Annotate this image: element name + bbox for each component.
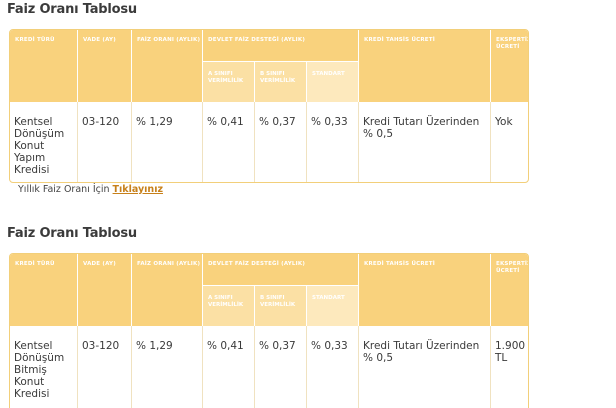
cell-term: 03-120 (78, 326, 132, 408)
header-loan-type: KREDİ TÜRÜ (10, 254, 78, 326)
header-term: VADE (AY) (78, 254, 132, 326)
interest-rate-table: KREDİ TÜRÜ VADE (AY) FAİZ ORANI (AYLIK) … (9, 253, 529, 408)
cell-standard: % 0,33 (307, 102, 359, 182)
cell-appraisal-fee: 1.900 TL (495, 340, 526, 364)
annual-rate-note: Yıllık Faiz Oranı İçin Tıklayınız (18, 184, 163, 195)
cell-class-b: % 0,37 (255, 102, 307, 182)
cell-interest-rate: % 1,29 (132, 102, 203, 182)
section-title: Faiz Oranı Tablosu (7, 226, 137, 241)
header-class-b: B SINIFI VERİMLİLİK (255, 286, 307, 326)
header-gov-support: DEVLET FAİZ DESTEĞİ (AYLIK) (203, 30, 359, 62)
header-appraisal-fee: EKSPERTİZ ÜCRETİ (496, 261, 529, 274)
table-row: Kentsel Dönüşüm Konut Yapım Kredisi 03-1… (10, 102, 528, 182)
table-header: KREDİ TÜRÜ VADE (AY) FAİZ ORANI (AYLIK) … (10, 30, 528, 102)
cell-term: 03-120 (78, 102, 132, 182)
note-text: Yıllık Faiz Oranı İçin (18, 184, 110, 195)
cell-class-a: % 0,41 (203, 326, 255, 408)
cell-class-a: % 0,41 (203, 102, 255, 182)
header-allocation-fee: KREDİ TAHSİS ÜCRETİ (359, 254, 491, 326)
section-title: Faiz Oranı Tablosu (7, 2, 137, 17)
cell-loan-type: Kentsel Dönüşüm Bitmiş Konut Kredisi (10, 326, 78, 408)
header-gov-support: DEVLET FAİZ DESTEĞİ (AYLIK) (203, 254, 359, 286)
cell-interest-rate: % 1,29 (132, 326, 203, 408)
cell-allocation-fee: Kredi Tutarı Üzerinden % 0,5 (359, 102, 491, 182)
header-class-b: B SINIFI VERİMLİLİK (255, 62, 307, 102)
table-row: Kentsel Dönüşüm Bitmiş Konut Kredisi 03-… (10, 326, 528, 408)
header-interest-rate: FAİZ ORANI (AYLIK) (132, 30, 203, 102)
header-appraisal-fee: EKSPERTİZ ÜCRETİ (496, 37, 529, 50)
interest-rate-table: KREDİ TÜRÜ VADE (AY) FAİZ ORANI (AYLIK) … (9, 29, 529, 183)
header-interest-rate: FAİZ ORANI (AYLIK) (132, 254, 203, 326)
header-allocation-fee: KREDİ TAHSİS ÜCRETİ (359, 30, 491, 102)
annual-rate-link[interactable]: Tıklayınız (113, 184, 163, 195)
cell-allocation-fee: Kredi Tutarı Üzerinden % 0,5 (359, 326, 491, 408)
cell-standard: % 0,33 (307, 326, 359, 408)
header-loan-type: KREDİ TÜRÜ (10, 30, 78, 102)
header-standard: STANDART (307, 62, 359, 102)
cell-loan-type: Kentsel Dönüşüm Konut Yapım Kredisi (10, 102, 78, 182)
header-standard: STANDART (307, 286, 359, 326)
header-class-a: A SINIFI VERİMLİLİK (203, 62, 255, 102)
header-term: VADE (AY) (78, 30, 132, 102)
header-class-a: A SINIFI VERİMLİLİK (203, 286, 255, 326)
table-header: KREDİ TÜRÜ VADE (AY) FAİZ ORANI (AYLIK) … (10, 254, 528, 326)
cell-class-b: % 0,37 (255, 326, 307, 408)
cell-appraisal-fee: Yok (495, 116, 513, 128)
